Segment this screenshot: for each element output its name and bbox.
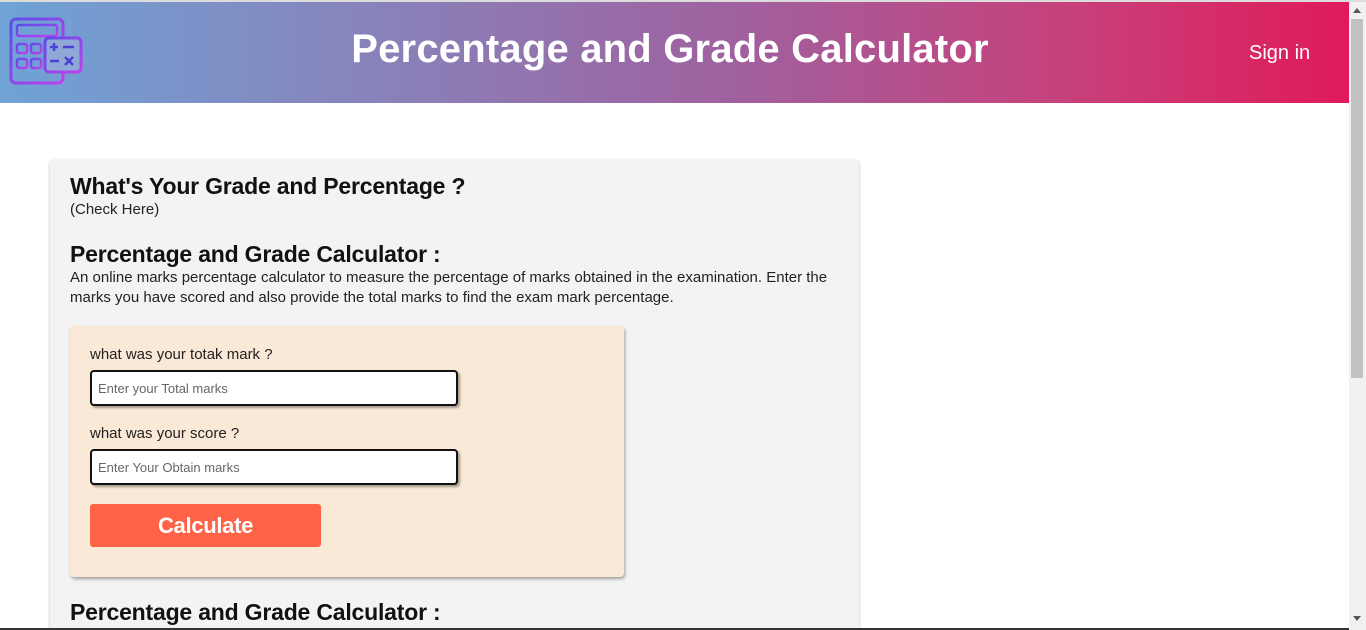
score-input[interactable] [90,449,458,485]
score-label: what was your score ? [90,425,240,442]
page: Percentage and Grade Calculator Sign in … [0,0,1366,630]
total-marks-input[interactable] [90,370,458,406]
content-card: What's Your Grade and Percentage ? (Chec… [50,160,859,630]
scrollbar-thumb[interactable] [1351,19,1363,378]
scroll-up-arrow-icon[interactable] [1353,8,1361,13]
about-description: An online marks percentage calculator to… [70,269,828,306]
sign-in-link[interactable]: Sign in [1249,42,1310,65]
calculate-button[interactable]: Calculate [90,504,321,547]
intro-heading: What's Your Grade and Percentage ? [70,173,466,199]
site-title: Percentage and Grade Calculator [351,27,989,71]
scroll-down-arrow-icon[interactable] [1353,616,1361,621]
about-heading: Percentage and Grade Calculator : [70,241,441,267]
section2-heading: Percentage and Grade Calculator : [70,599,441,625]
intro-subheading: (Check Here) [70,201,160,218]
vertical-scrollbar[interactable] [1349,2,1366,630]
site-header: Percentage and Grade Calculator Sign in [0,2,1349,103]
calculator-form: what was your totak mark ? what was your… [70,326,624,577]
total-marks-label: what was your totak mark ? [90,346,273,363]
